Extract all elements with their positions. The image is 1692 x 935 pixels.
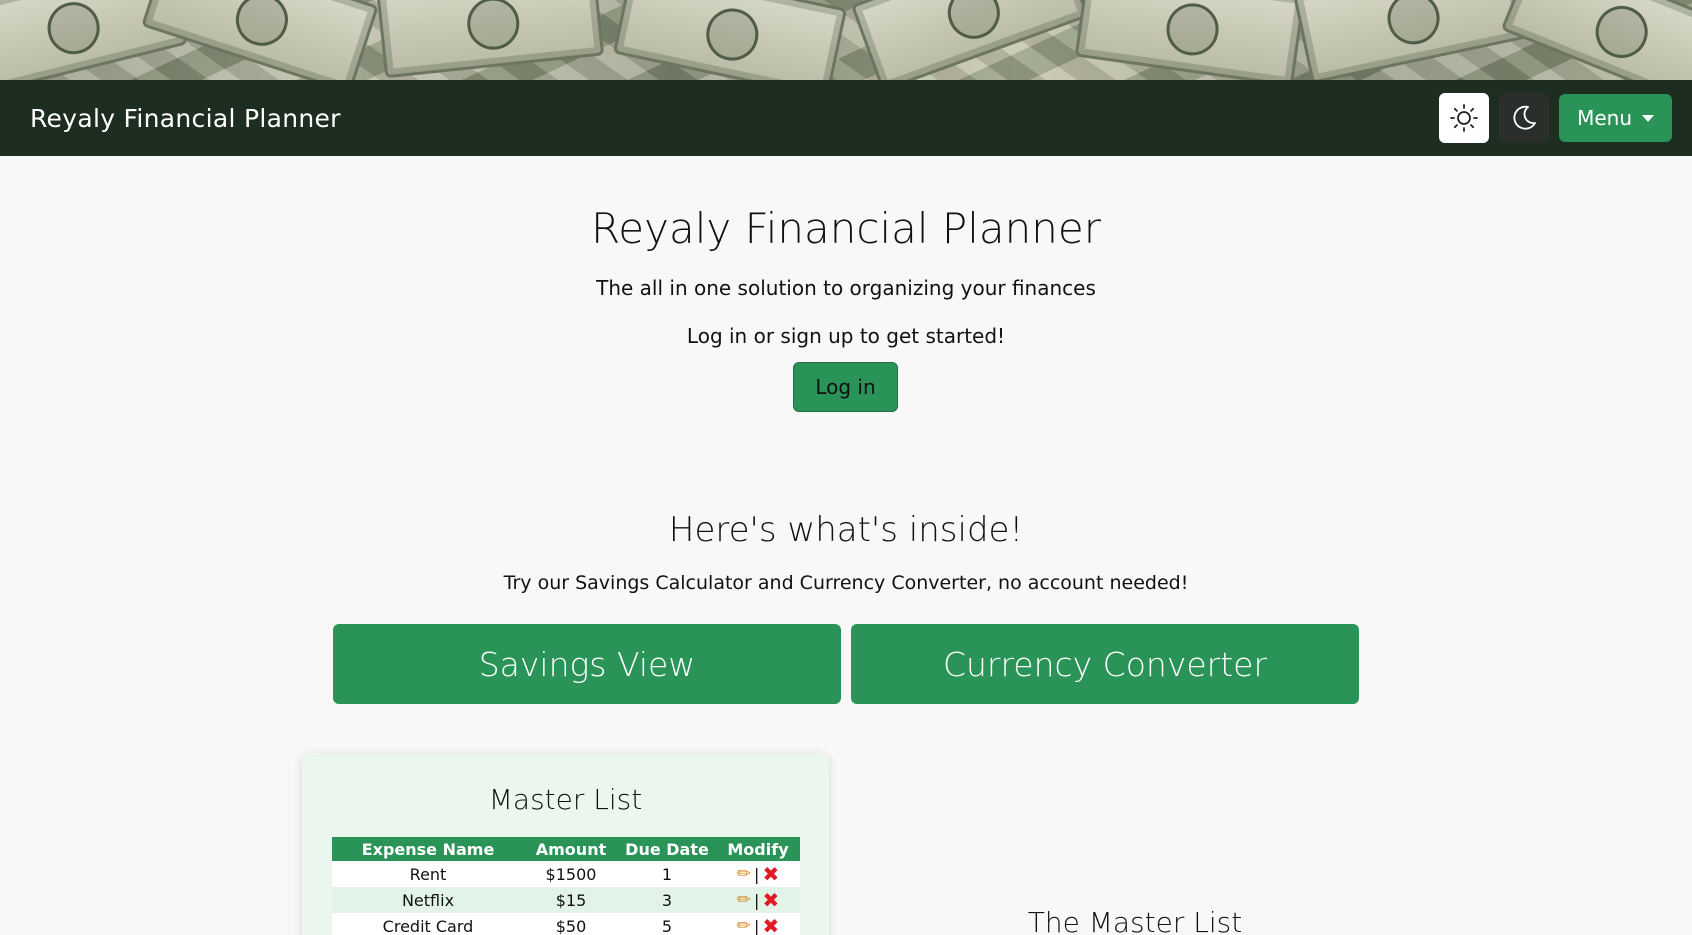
expense-amount: $50 xyxy=(524,913,618,935)
separator: | xyxy=(754,916,760,935)
column-header: Modify xyxy=(716,837,800,861)
expense-name: Credit Card xyxy=(332,913,524,935)
page-title: Reyaly Financial Planner xyxy=(591,204,1101,253)
master-list-section-heading: The Master List xyxy=(1027,906,1243,935)
login-button[interactable]: Log in xyxy=(793,362,898,412)
money-banner-image xyxy=(0,0,1692,80)
modify-cell: ✏ | ✖ xyxy=(716,861,800,887)
expense-due-date: 5 xyxy=(618,913,716,935)
expense-name: Rent xyxy=(332,861,524,887)
delete-x-icon[interactable]: ✖ xyxy=(762,862,779,886)
column-header: Amount xyxy=(524,837,618,861)
sun-icon xyxy=(1450,104,1478,132)
table-row: Netflix $15 3 ✏ | ✖ xyxy=(332,887,800,913)
column-header: Due Date xyxy=(618,837,716,861)
delete-x-icon[interactable]: ✖ xyxy=(762,914,779,935)
master-list-card: Master List Expense Name Amount Due Date… xyxy=(302,753,829,935)
savings-view-button[interactable]: Savings View xyxy=(333,624,841,704)
features-title: Here's what's inside! xyxy=(668,510,1024,550)
hero-subtitle: The all in one solution to organizing yo… xyxy=(596,276,1096,300)
column-header: Expense Name xyxy=(332,837,524,861)
master-list-title: Master List xyxy=(488,783,643,816)
features-subtitle: Try our Savings Calculator and Currency … xyxy=(503,572,1189,594)
edit-pencil-icon[interactable]: ✏ xyxy=(737,864,751,884)
expense-name: Netflix xyxy=(332,887,524,913)
brand-link[interactable]: Reyaly Financial Planner xyxy=(30,104,341,133)
separator: | xyxy=(754,890,760,910)
modify-cell: ✏ | ✖ xyxy=(716,887,800,913)
expense-due-date: 1 xyxy=(618,861,716,887)
caret-down-icon xyxy=(1642,114,1654,122)
expense-amount: $1500 xyxy=(524,861,618,887)
dark-mode-button[interactable] xyxy=(1499,93,1550,143)
edit-pencil-icon[interactable]: ✏ xyxy=(737,890,751,910)
table-row: Rent $1500 1 ✏ | ✖ xyxy=(332,861,800,887)
moon-icon xyxy=(1513,105,1536,130)
navbar: Reyaly Financial Planner Menu xyxy=(0,80,1692,156)
modify-cell: ✏ | ✖ xyxy=(716,913,800,935)
master-list-table: Expense Name Amount Due Date Modify Rent… xyxy=(332,837,800,935)
expense-due-date: 3 xyxy=(618,887,716,913)
navbar-controls: Menu xyxy=(1439,93,1672,143)
expense-amount: $15 xyxy=(524,887,618,913)
hero-cta-text: Log in or sign up to get started! xyxy=(686,324,1006,348)
currency-converter-button[interactable]: Currency Converter xyxy=(851,624,1359,704)
menu-dropdown-button[interactable]: Menu xyxy=(1559,94,1672,142)
delete-x-icon[interactable]: ✖ xyxy=(762,888,779,912)
light-mode-button[interactable] xyxy=(1439,93,1490,143)
table-row: Credit Card $50 5 ✏ | ✖ xyxy=(332,913,800,935)
menu-label: Menu xyxy=(1577,106,1632,130)
edit-pencil-icon[interactable]: ✏ xyxy=(737,916,751,935)
separator: | xyxy=(754,864,760,884)
